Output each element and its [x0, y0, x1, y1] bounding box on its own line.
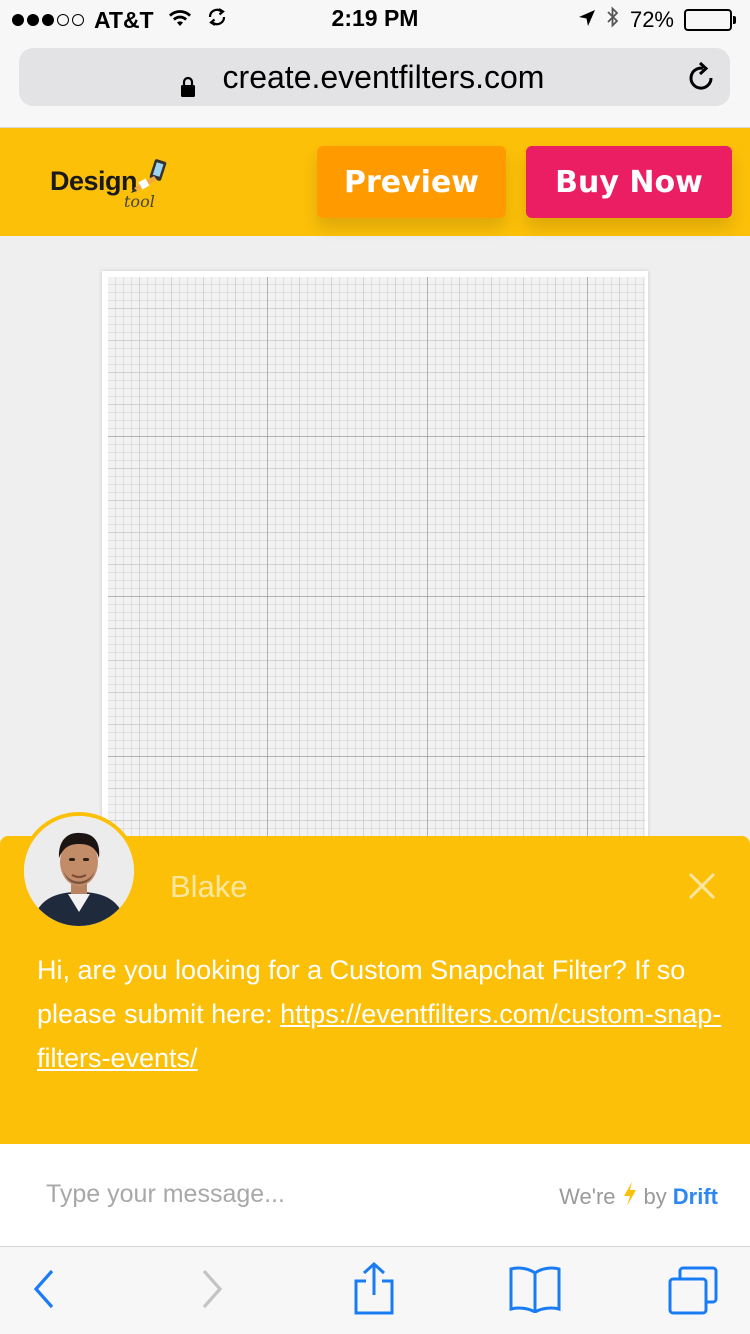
share-icon[interactable]	[352, 1261, 396, 1321]
browser-address-bar: create.eventfilters.com	[0, 40, 750, 128]
agent-name: Blake	[170, 869, 248, 904]
tabs-icon[interactable]	[666, 1265, 720, 1321]
page: AT&T 2:19 PM 72% create.eventfilters.com…	[0, 0, 750, 1334]
url-text: create.eventfilters.com	[222, 58, 545, 95]
phone-pencil-icon	[130, 158, 176, 198]
battery-percent: 72%	[629, 7, 674, 32]
forward-icon[interactable]	[198, 1265, 226, 1317]
status-bar: AT&T 2:19 PM 72%	[0, 0, 750, 40]
brand-by: by	[643, 1184, 667, 1209]
location-arrow-icon	[578, 7, 596, 33]
chat-message: Hi, are you looking for a Custom Snapcha…	[37, 948, 727, 1080]
back-icon[interactable]	[30, 1265, 58, 1317]
bookmarks-icon[interactable]	[508, 1265, 562, 1317]
battery-icon	[684, 9, 736, 31]
canvas-grid	[108, 277, 645, 848]
agent-avatar	[20, 812, 138, 930]
chat-composer: We're by Drift	[0, 1144, 750, 1246]
lightning-icon	[622, 1181, 638, 1213]
designtool-logo[interactable]: Design tool	[48, 158, 188, 218]
drift-branding[interactable]: We're by Drift	[559, 1181, 718, 1213]
url-field[interactable]: create.eventfilters.com	[19, 48, 730, 106]
message-input[interactable]	[46, 1180, 486, 1209]
bluetooth-icon	[606, 6, 620, 34]
lock-icon	[180, 69, 196, 106]
status-right: 72%	[578, 6, 736, 34]
close-icon[interactable]	[686, 870, 718, 906]
brand-prefix: We're	[559, 1184, 616, 1209]
browser-toolbar	[0, 1246, 750, 1334]
preview-button[interactable]: Preview	[317, 146, 506, 218]
reload-icon[interactable]	[686, 60, 716, 100]
site-header: Design tool Preview Buy Now	[0, 128, 750, 236]
buy-now-button[interactable]: Buy Now	[526, 146, 732, 218]
design-canvas[interactable]	[102, 271, 648, 851]
drift-name: Drift	[672, 1184, 718, 1209]
